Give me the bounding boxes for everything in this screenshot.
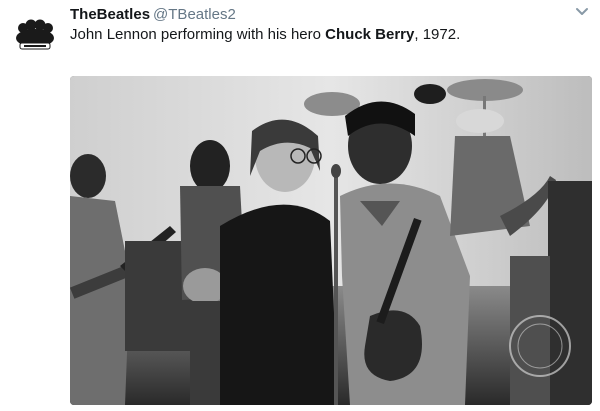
concert-photo bbox=[70, 76, 592, 405]
tweet-text-before: John Lennon performing with his hero bbox=[70, 26, 326, 43]
tweet: TheBeatles @TBeatles2 John Lennon perform… bbox=[0, 0, 600, 411]
tweet-text: John Lennon performing with his hero Chu… bbox=[70, 26, 460, 43]
user-handle[interactable]: @TBeatles2 bbox=[153, 6, 236, 23]
tweet-text-highlight: Chuck Berry bbox=[325, 26, 415, 43]
display-name[interactable]: TheBeatles bbox=[70, 6, 150, 23]
beatles-logo-icon bbox=[16, 19, 54, 50]
tweet-menu-button[interactable] bbox=[574, 5, 590, 19]
avatar[interactable] bbox=[14, 16, 56, 52]
tweet-text-after: , 1972. bbox=[414, 26, 461, 43]
chevron-down-icon bbox=[576, 8, 588, 15]
tweet-header: TheBeatles @TBeatles2 bbox=[70, 6, 236, 24]
tweet-photo[interactable] bbox=[70, 76, 592, 405]
